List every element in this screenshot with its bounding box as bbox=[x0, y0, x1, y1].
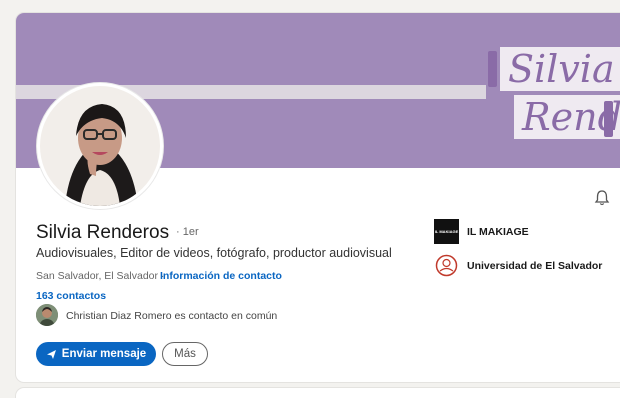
send-message-label: Enviar mensaje bbox=[61, 348, 147, 360]
next-section-card bbox=[16, 388, 620, 398]
banner-lettering: Silvia Rend bbox=[488, 43, 620, 141]
profile-name: Silvia Renderos bbox=[36, 222, 170, 243]
profile-headline: Audiovisuales, Editor de videos, fotógra… bbox=[36, 246, 392, 260]
send-icon bbox=[46, 349, 56, 359]
connection-degree: · 1er bbox=[176, 226, 199, 238]
profile-card: Silvia Rend Silvia Renderos · 1er Audiov… bbox=[16, 13, 620, 382]
profile-photo bbox=[40, 86, 160, 206]
banner-bar bbox=[604, 101, 613, 137]
company-name: IL MAKIAGE bbox=[467, 225, 529, 238]
experience-item-education[interactable]: Universidad de El Salvador bbox=[434, 253, 602, 278]
university-seal-icon bbox=[434, 253, 459, 278]
contact-info-link[interactable]: Información de contacto bbox=[160, 270, 282, 282]
mutual-connection-text[interactable]: Christian Diaz Romero es contacto en com… bbox=[66, 310, 277, 322]
university-name: Universidad de El Salvador bbox=[467, 259, 603, 272]
mutual-connection-avatar[interactable] bbox=[36, 304, 58, 326]
university-seal-graphic bbox=[435, 254, 458, 277]
company-logo: IL MAKIAGE bbox=[434, 219, 459, 244]
send-message-button[interactable]: Enviar mensaje bbox=[36, 342, 156, 366]
banner-bar bbox=[488, 51, 497, 87]
banner-word-1: Silvia bbox=[500, 47, 620, 91]
profile-avatar[interactable] bbox=[37, 83, 163, 209]
profile-location: San Salvador, El Salvador · bbox=[36, 270, 165, 282]
connections-link[interactable]: 163 contactos bbox=[36, 290, 106, 302]
experience-item-company[interactable]: IL MAKIAGE IL MAKIAGE bbox=[434, 219, 529, 244]
mutual-avatar-photo bbox=[36, 304, 58, 326]
more-button[interactable]: Más bbox=[162, 342, 208, 366]
bell-icon[interactable] bbox=[594, 189, 610, 207]
